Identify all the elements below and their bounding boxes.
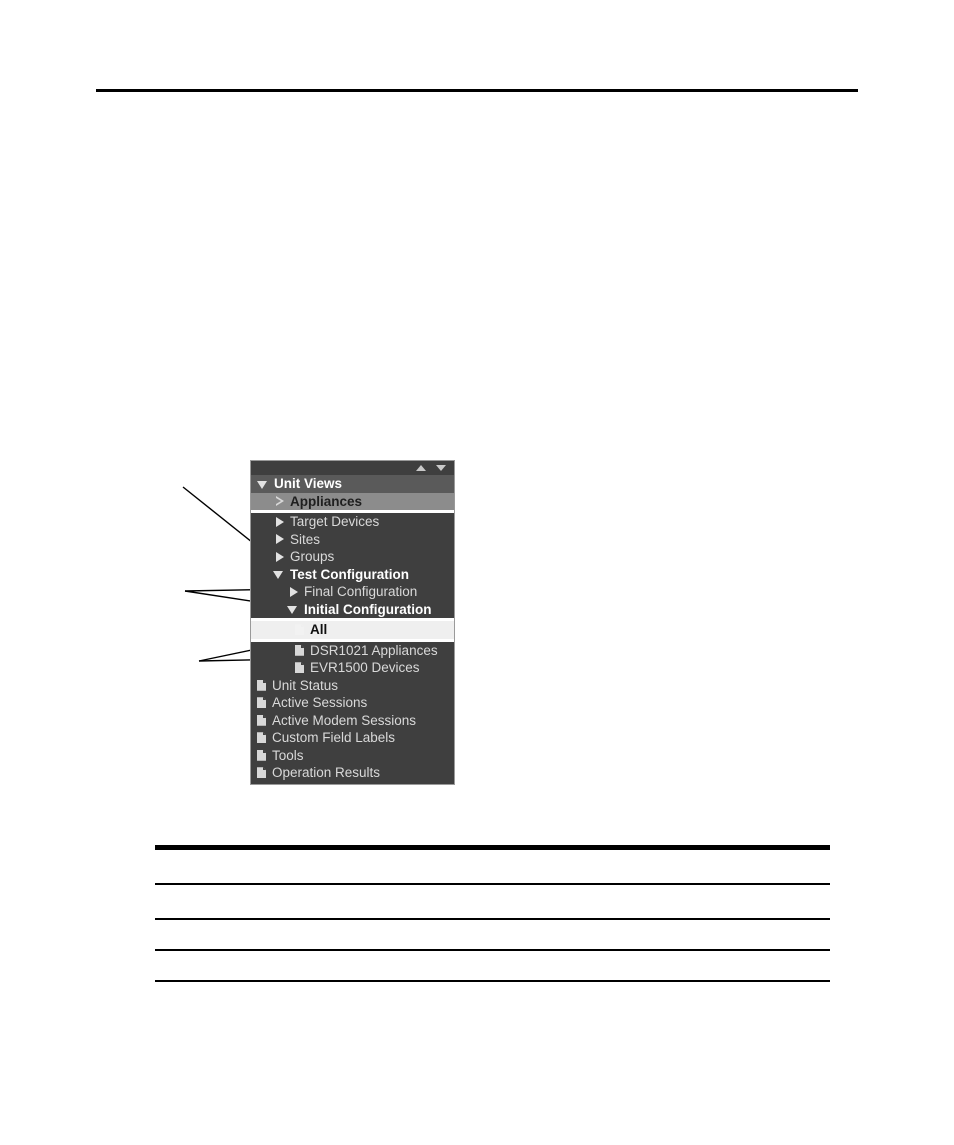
tree-row-label: Target Devices bbox=[290, 514, 380, 529]
tree-row-label: Unit Status bbox=[272, 677, 339, 693]
tree-row[interactable]: Appliances bbox=[251, 492, 454, 510]
tree-row-label: Sites bbox=[290, 531, 321, 547]
tree-row[interactable]: Operation Results bbox=[251, 764, 454, 782]
tree-row[interactable]: Unit Status bbox=[251, 677, 454, 695]
chevron-down-icon[interactable] bbox=[273, 568, 285, 580]
table-rule bbox=[155, 980, 830, 982]
tree-row-label: Final Configuration bbox=[304, 584, 418, 599]
tree-row[interactable]: Test Configuration bbox=[251, 566, 454, 584]
tree-row-label: Unit Views bbox=[274, 476, 343, 491]
tree-row[interactable]: DSR1021 Appliances bbox=[251, 642, 454, 660]
callout-leader-lines bbox=[182, 486, 296, 662]
document-icon bbox=[257, 767, 266, 779]
tree-row-label: Custom Field Labels bbox=[272, 730, 396, 745]
document-icon bbox=[257, 697, 266, 709]
chevron-right-icon[interactable] bbox=[273, 516, 285, 528]
tree-row-label: Test Configuration bbox=[290, 566, 409, 582]
document-icon bbox=[257, 749, 266, 761]
document-icon bbox=[295, 644, 304, 656]
document-icon bbox=[295, 662, 304, 674]
tree-row-label: Appliances bbox=[290, 493, 363, 509]
tree-row-label: Operation Results bbox=[272, 765, 381, 780]
tree-row[interactable]: Active Modem Sessions bbox=[251, 712, 454, 730]
chevron-down-icon[interactable] bbox=[287, 603, 299, 615]
tree-row-label: All bbox=[310, 622, 328, 637]
document-icon bbox=[257, 679, 266, 691]
tree-row-label: Active Sessions bbox=[272, 695, 368, 710]
scroll-up-icon[interactable] bbox=[416, 465, 426, 471]
chevron-right-icon[interactable] bbox=[287, 586, 299, 598]
table-rule bbox=[155, 918, 830, 920]
tree-row[interactable]: Active Sessions bbox=[251, 694, 454, 712]
document-icon bbox=[257, 714, 266, 726]
tree-row-label: Groups bbox=[290, 549, 335, 564]
chevron-right-icon[interactable] bbox=[273, 551, 285, 563]
tree-row[interactable]: All bbox=[251, 621, 454, 639]
chevron-right-icon[interactable] bbox=[273, 495, 285, 507]
document-icon bbox=[257, 732, 266, 744]
tree-row[interactable]: Sites bbox=[251, 531, 454, 549]
tree-row[interactable]: Initial Configuration bbox=[251, 601, 454, 619]
scroll-down-icon[interactable] bbox=[436, 465, 446, 471]
tree-row[interactable]: Custom Field Labels bbox=[251, 729, 454, 747]
chevron-right-icon[interactable] bbox=[273, 533, 285, 545]
tree-row-label: Initial Configuration bbox=[304, 601, 432, 617]
tree-row[interactable]: Unit Views bbox=[251, 475, 454, 493]
tree-row-label: DSR1021 Appliances bbox=[310, 642, 438, 658]
tree-row-label: Tools bbox=[272, 747, 304, 763]
tree-row[interactable]: Groups bbox=[251, 548, 454, 566]
table-rule bbox=[155, 883, 830, 885]
table-rule bbox=[155, 845, 830, 850]
table-rule bbox=[155, 949, 830, 951]
tree-scroll-arrows[interactable] bbox=[251, 461, 454, 475]
page-top-rule bbox=[96, 89, 858, 92]
tree-row-label: Active Modem Sessions bbox=[272, 712, 417, 728]
tree-row[interactable]: Final Configuration bbox=[251, 583, 454, 601]
tree-row[interactable]: Tools bbox=[251, 747, 454, 765]
tree-row[interactable]: EVR1500 Devices bbox=[251, 659, 454, 677]
tree-row-label: EVR1500 Devices bbox=[310, 660, 420, 675]
chevron-down-icon[interactable] bbox=[257, 478, 269, 490]
document-icon bbox=[295, 624, 304, 636]
tree-row[interactable]: Target Devices bbox=[251, 513, 454, 531]
unit-views-tree-panel[interactable]: Unit Views Appliances Target Devices Sites G… bbox=[250, 460, 455, 785]
